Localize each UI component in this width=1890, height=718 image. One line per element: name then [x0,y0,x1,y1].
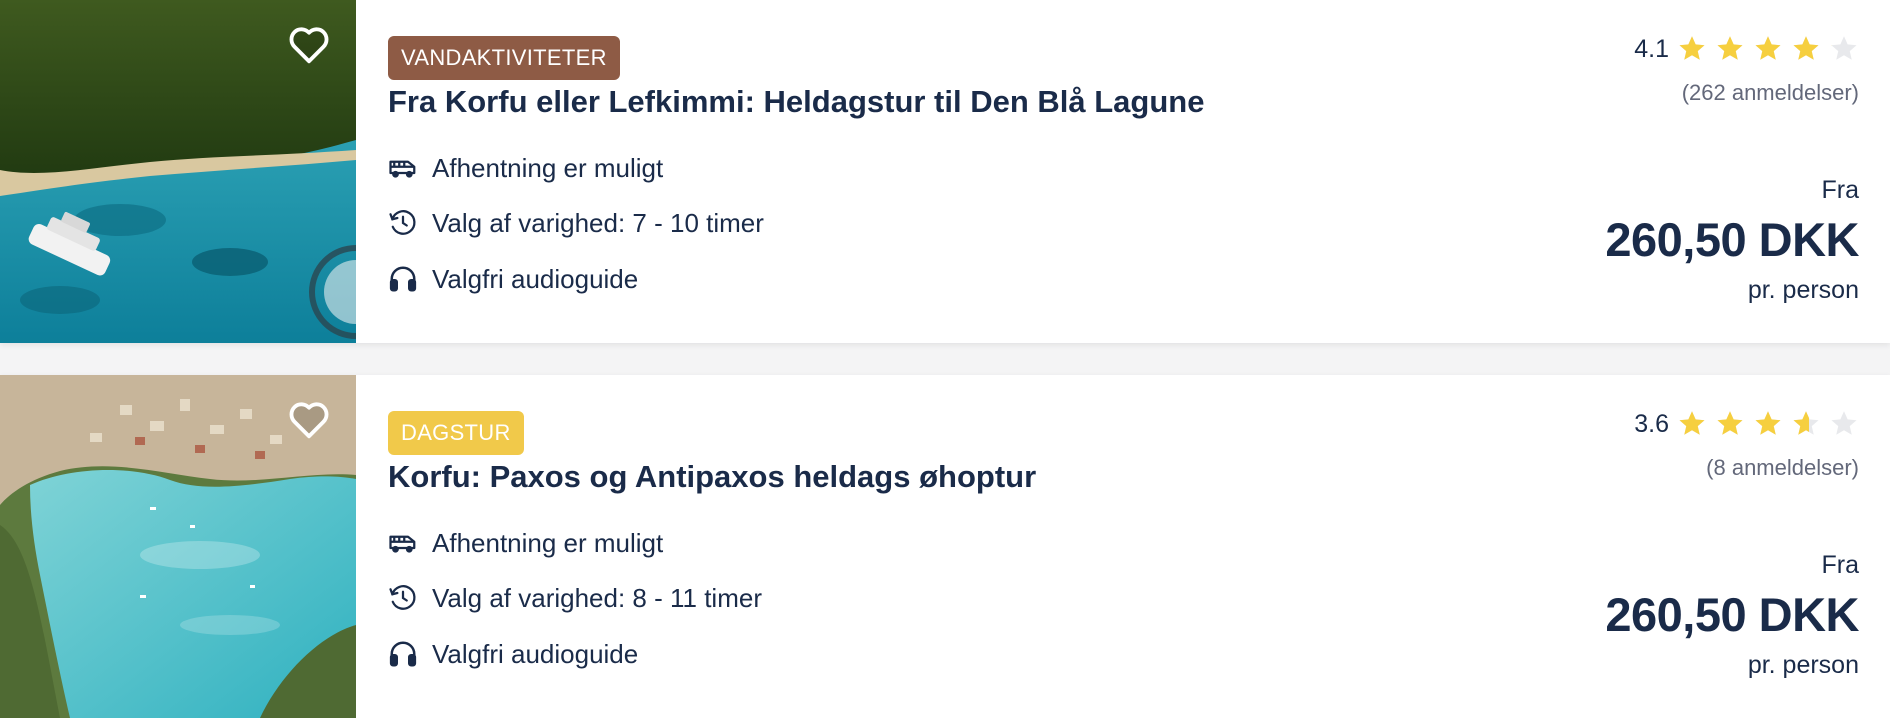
rating: 4.1 [1634,34,1859,64]
price-prefix: Fra [1821,551,1860,579]
clock-icon [388,208,418,238]
price-suffix: pr. person [1747,651,1859,679]
feature-text: Valg af varighed: 7 - 10 timer [432,207,764,238]
headphones-icon [388,639,418,669]
feature-text: Afhentning er muligt [432,527,664,558]
favorite-heart-icon[interactable] [286,397,332,443]
feature-audioguide: Valgfri audioguide [388,262,638,296]
category-badge: VANDAKTIVITETER [388,36,620,80]
review-count[interactable]: (8 anmeldelser) [1706,455,1859,481]
feature-pickup: Afhentning er muligt [388,151,663,185]
activity-card[interactable]: DAGSTUR Korfu: Paxos og Antipaxos heldag… [0,375,1890,718]
feature-text: Valgfri audioguide [432,263,639,294]
star-icon [1831,411,1857,435]
feature-audioguide: Valgfri audioguide [388,637,638,671]
star-icon [1755,36,1781,60]
activity-title[interactable]: Korfu: Paxos og Antipaxos heldags øhoptu… [388,459,1036,495]
star-icon [1679,411,1705,435]
category-badge: DAGSTUR [388,411,524,455]
price: 260,50 DKK [1605,588,1859,641]
activity-title[interactable]: Fra Korfu eller Lefkimmi: Heldagstur til… [388,84,1204,120]
star-icon [1755,411,1781,435]
activity-image-paxos[interactable] [0,375,356,718]
bus-icon [388,153,418,183]
star-icon [1717,36,1743,60]
activity-details: VANDAKTIVITETER Fra Korfu eller Lefkimmi… [388,0,1890,343]
rating-score: 3.6 [1634,409,1669,438]
star-rating [1677,409,1859,439]
activity-card[interactable]: VANDAKTIVITETER Fra Korfu eller Lefkimmi… [0,0,1890,343]
feature-text: Valgfri audioguide [432,638,639,669]
rating-score: 4.1 [1634,34,1669,63]
feature-pickup: Afhentning er muligt [388,526,663,560]
star-icon [1831,36,1857,60]
price-prefix: Fra [1821,176,1860,204]
rating: 3.6 [1634,409,1859,439]
price-suffix: pr. person [1747,276,1859,304]
feature-duration: Valg af varighed: 8 - 11 timer [388,581,762,615]
feature-duration: Valg af varighed: 7 - 10 timer [388,206,764,240]
favorite-heart-icon[interactable] [286,22,332,68]
star-icon [1793,36,1819,60]
headphones-icon [388,264,418,294]
activity-image-blue-lagoon[interactable] [0,0,356,343]
activity-details: DAGSTUR Korfu: Paxos og Antipaxos heldag… [388,375,1890,718]
clock-icon [388,583,418,613]
star-rating [1677,34,1859,64]
price: 260,50 DKK [1605,213,1859,266]
star-icon [1679,36,1705,60]
feature-text: Afhentning er muligt [432,152,664,183]
star-icon [1793,411,1819,435]
bus-icon [388,528,418,558]
review-count[interactable]: (262 anmeldelser) [1682,80,1859,106]
star-icon [1717,411,1743,435]
feature-text: Valg af varighed: 8 - 11 timer [432,582,762,613]
